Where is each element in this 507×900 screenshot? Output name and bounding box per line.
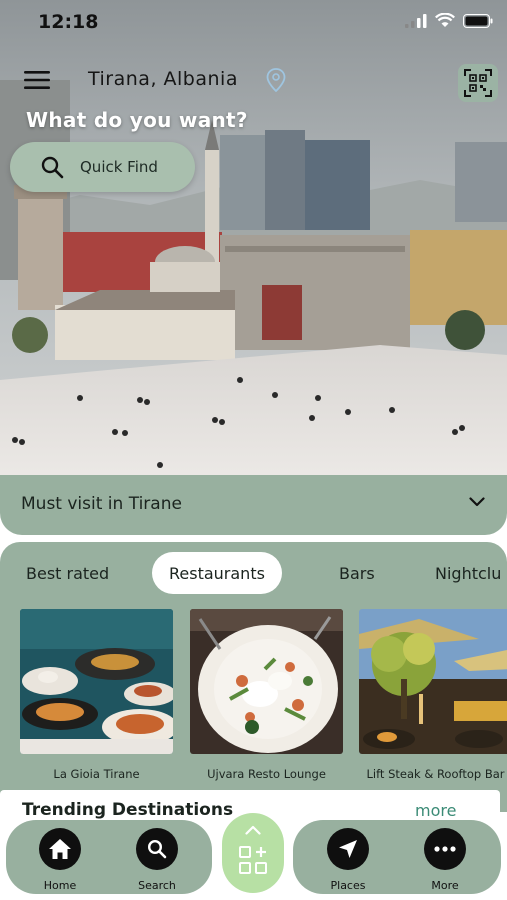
bottom-nav: Home Search Places More xyxy=(0,808,507,900)
tirana-square-photo xyxy=(0,0,507,480)
nav-more[interactable]: More xyxy=(415,828,475,892)
nav-places[interactable]: Places xyxy=(318,828,378,892)
nav-home[interactable]: Home xyxy=(30,828,90,892)
qr-scan-button[interactable] xyxy=(458,64,498,102)
battery-icon xyxy=(463,13,493,28)
category-panel: Best rated Restaurants Bars Nightclu La … xyxy=(0,542,507,812)
must-visit-dropdown[interactable]: Must visit in Tirane xyxy=(0,475,507,535)
place-card[interactable]: Ujvara Resto Lounge xyxy=(190,609,343,782)
chevron-up-icon xyxy=(245,825,261,835)
quick-find-label: Quick Find xyxy=(80,158,158,176)
signal-icon xyxy=(405,13,427,28)
place-card[interactable]: Lift Steak & Rooftop Bar xyxy=(359,609,507,782)
tab-nightclubs[interactable]: Nightclu xyxy=(435,552,501,594)
place-name: La Gioia Tirane xyxy=(53,767,140,781)
tab-restaurants[interactable]: Restaurants xyxy=(152,552,282,594)
hero-question: What do you want? xyxy=(26,108,248,132)
wifi-icon xyxy=(435,13,455,27)
status-bar: 12:18 xyxy=(0,0,507,44)
chevron-down-icon xyxy=(469,497,485,507)
place-photo xyxy=(190,609,343,754)
hero-banner: 12:18 Tirana, Albania What do you want? … xyxy=(0,0,507,480)
must-visit-label: Must visit in Tirane xyxy=(21,494,182,514)
nav-places-label: Places xyxy=(330,879,366,892)
status-time: 12:18 xyxy=(38,11,99,33)
menu-icon[interactable] xyxy=(24,70,52,90)
search-icon xyxy=(41,156,64,179)
grid-plus-icon xyxy=(239,846,267,874)
place-name: Lift Steak & Rooftop Bar xyxy=(366,767,505,781)
qr-code-icon xyxy=(464,69,492,97)
center-action-button[interactable] xyxy=(222,813,284,893)
tab-bars[interactable]: Bars xyxy=(339,552,375,594)
quick-find-button[interactable]: Quick Find xyxy=(10,142,195,192)
nav-more-label: More xyxy=(431,879,459,892)
search-icon xyxy=(147,839,167,859)
more-dots-icon xyxy=(434,846,456,852)
nav-search[interactable]: Search xyxy=(127,828,187,892)
place-photo xyxy=(20,609,173,754)
navigation-arrow-icon xyxy=(339,840,357,858)
nav-home-label: Home xyxy=(43,879,77,892)
location-pin-icon[interactable] xyxy=(266,68,286,92)
tab-best-rated[interactable]: Best rated xyxy=(26,552,109,594)
place-card[interactable]: La Gioia Tirane xyxy=(20,609,173,782)
place-photo xyxy=(359,609,507,754)
location-label[interactable]: Tirana, Albania xyxy=(88,68,238,90)
home-icon xyxy=(49,839,71,859)
place-name: Ujvara Resto Lounge xyxy=(207,767,326,781)
nav-search-label: Search xyxy=(138,879,176,892)
category-tabs: Best rated Restaurants Bars Nightclu xyxy=(0,552,507,596)
status-icons xyxy=(405,13,493,28)
